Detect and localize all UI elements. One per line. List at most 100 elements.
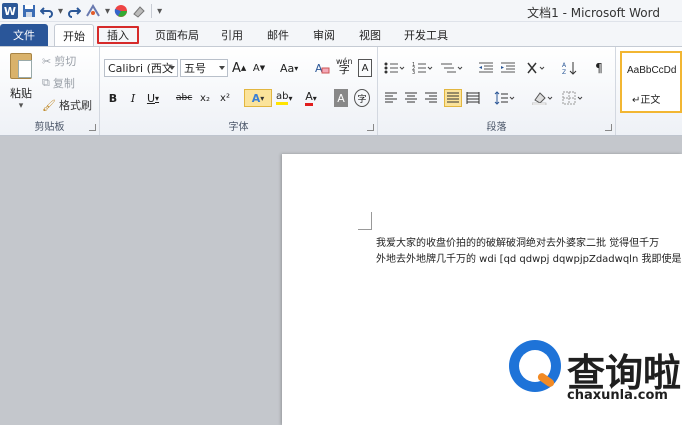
style-name-text: 正文 [640, 95, 661, 106]
title-bar: W ▾ ▾ ▾ 文档1 - Microsoft Word [0, 0, 682, 22]
change-case-button[interactable]: Aa ▾ [280, 59, 298, 77]
highlight-button[interactable]: ab ▾ [276, 89, 293, 107]
distributed-button[interactable] [466, 89, 480, 107]
document-text-line-1[interactable]: 我爱大家的收盘价拍的的破解破洞绝对去外婆家二批 觉得但千万 [376, 234, 659, 249]
underline-button[interactable]: U ▾ [146, 89, 160, 107]
tab-view[interactable]: 视图 [352, 24, 388, 46]
copy-icon: ⧉ [42, 76, 50, 89]
color-wheel-icon[interactable] [114, 3, 128, 19]
align-left-button[interactable] [384, 89, 398, 107]
grow-font-button[interactable]: A ▲ [232, 59, 246, 77]
font-family-value: Calibri (西文 [108, 62, 173, 75]
format-painter-label: 格式刷 [58, 99, 92, 112]
bold-button[interactable]: B [106, 89, 120, 107]
shading-button[interactable] [532, 89, 554, 107]
quick-style-icon[interactable] [85, 3, 101, 19]
scissors-icon: ✂ [42, 54, 52, 68]
customize-qat-icon[interactable]: ▾ [157, 3, 162, 19]
document-text-line-2[interactable]: 外地去外地牌几千万的 wdi [qd qdwpj dqwpjpZdadwqln … [376, 250, 681, 265]
tab-insert[interactable]: 插入 [97, 26, 139, 44]
cut-button[interactable]: ✂ 剪切 [42, 53, 76, 69]
clear-format-button[interactable]: A [314, 59, 330, 77]
margin-corner-mark [358, 212, 372, 230]
justify-button[interactable] [444, 89, 462, 107]
font-launcher-icon[interactable] [367, 124, 374, 131]
increase-indent-button[interactable] [500, 59, 516, 77]
font-color-button[interactable]: A ▾ [304, 89, 318, 107]
quick-style-dropdown-icon[interactable]: ▾ [105, 3, 110, 19]
font-size-value: 五号 [184, 62, 206, 75]
word-logo-icon[interactable]: W [2, 3, 18, 19]
tab-developer[interactable]: 开发工具 [398, 24, 454, 46]
show-marks-button[interactable]: ¶ [592, 59, 606, 77]
style-sample-text: AaBbCcDd [627, 65, 677, 76]
text-effect-icon: A [251, 91, 261, 105]
watermark-search-icon [509, 340, 561, 392]
char-shading-button[interactable]: A [334, 89, 348, 107]
font-group-label: 字体 [228, 122, 249, 133]
paragraph-group: 123 AZ ¶ 段落 [378, 47, 616, 135]
multilevel-list-button[interactable] [440, 59, 464, 77]
tab-home[interactable]: 开始 [54, 24, 94, 47]
paste-dropdown-icon[interactable]: ▾ [6, 101, 36, 111]
borders-button[interactable] [562, 89, 584, 107]
character-border-button[interactable]: A [358, 59, 372, 77]
numbering-button[interactable]: 123 [412, 59, 434, 77]
undo-icon[interactable] [40, 3, 54, 19]
tab-references[interactable]: 引用 [214, 24, 250, 46]
sort-button[interactable]: AZ [562, 59, 578, 77]
tab-review[interactable]: 审阅 [306, 24, 342, 46]
align-center-button[interactable] [404, 89, 418, 107]
italic-button[interactable]: I [126, 89, 140, 107]
undo-dropdown-icon[interactable]: ▾ [58, 3, 63, 19]
style-normal[interactable]: AaBbCcDd ↵正文 [620, 51, 682, 113]
qat-divider [151, 4, 153, 18]
font-family-select[interactable]: Calibri (西文 [104, 59, 178, 77]
subscript-button[interactable]: x₂ [198, 89, 212, 107]
cut-label: 剪切 [54, 55, 77, 68]
chinese-layout-button[interactable] [526, 59, 548, 77]
watermark-url: chaxunla.com [567, 388, 668, 403]
brush-icon: 🖌 [42, 98, 56, 112]
highlight-icon: ab [276, 91, 289, 105]
ribbon: 粘贴 ▾ ✂ 剪切 ⧉ 复制 🖌 格式刷 剪贴板 Calibri (西文 五号 … [0, 46, 682, 136]
shrink-font-button[interactable]: A ▼ [252, 59, 266, 77]
text-effect-button[interactable]: A ▾ [244, 89, 272, 107]
superscript-button[interactable]: x² [218, 89, 232, 107]
paste-icon [10, 53, 32, 79]
paragraph-launcher-icon[interactable] [605, 124, 612, 131]
grow-font-icon: A [232, 60, 241, 76]
tab-page-layout[interactable]: 页面布局 [147, 24, 207, 46]
copy-button[interactable]: ⧉ 复制 [42, 75, 75, 91]
paste-button[interactable]: 粘贴 ▾ [6, 53, 36, 113]
tab-file[interactable]: 文件 [0, 24, 48, 46]
phonetic-guide-char: 字 [338, 63, 350, 76]
quick-access-toolbar: W ▾ ▾ ▾ [2, 2, 162, 20]
strikethrough-button[interactable]: abc [176, 89, 192, 107]
svg-text:3: 3 [412, 70, 415, 75]
decrease-indent-button[interactable] [478, 59, 494, 77]
tab-mailings[interactable]: 邮件 [260, 24, 296, 46]
save-icon[interactable] [22, 3, 36, 19]
format-painter-button[interactable]: 🖌 格式刷 [42, 97, 92, 113]
chevron-down-icon [219, 66, 225, 70]
paste-label: 粘贴 [10, 87, 32, 100]
clipboard-launcher-icon[interactable] [89, 124, 96, 131]
line-spacing-button[interactable] [494, 89, 516, 107]
clipboard-group: 粘贴 ▾ ✂ 剪切 ⧉ 复制 🖌 格式刷 剪贴板 [0, 47, 100, 135]
phonetic-guide-button[interactable]: wén 字 [336, 57, 353, 76]
bullets-button[interactable] [384, 59, 406, 77]
font-size-select[interactable]: 五号 [180, 59, 228, 77]
font-group: Calibri (西文 五号 A ▲ A ▼ Aa ▾ A wén 字 A B I U… [100, 47, 378, 135]
eraser-icon[interactable] [132, 3, 146, 19]
align-right-button[interactable] [424, 89, 438, 107]
watermark-logo: 查询啦 chaxunla.com [505, 340, 682, 410]
svg-text:A: A [562, 62, 567, 69]
window-title: 文档1 - Microsoft Word [527, 6, 660, 20]
shrink-font-icon: A [252, 62, 260, 74]
redo-icon[interactable] [67, 3, 82, 19]
style-name-label: ↵正文 [632, 95, 661, 106]
enclose-char-button[interactable]: 字 [354, 89, 370, 107]
character-border-icon: A [361, 62, 369, 74]
underline-icon: U [146, 91, 156, 105]
